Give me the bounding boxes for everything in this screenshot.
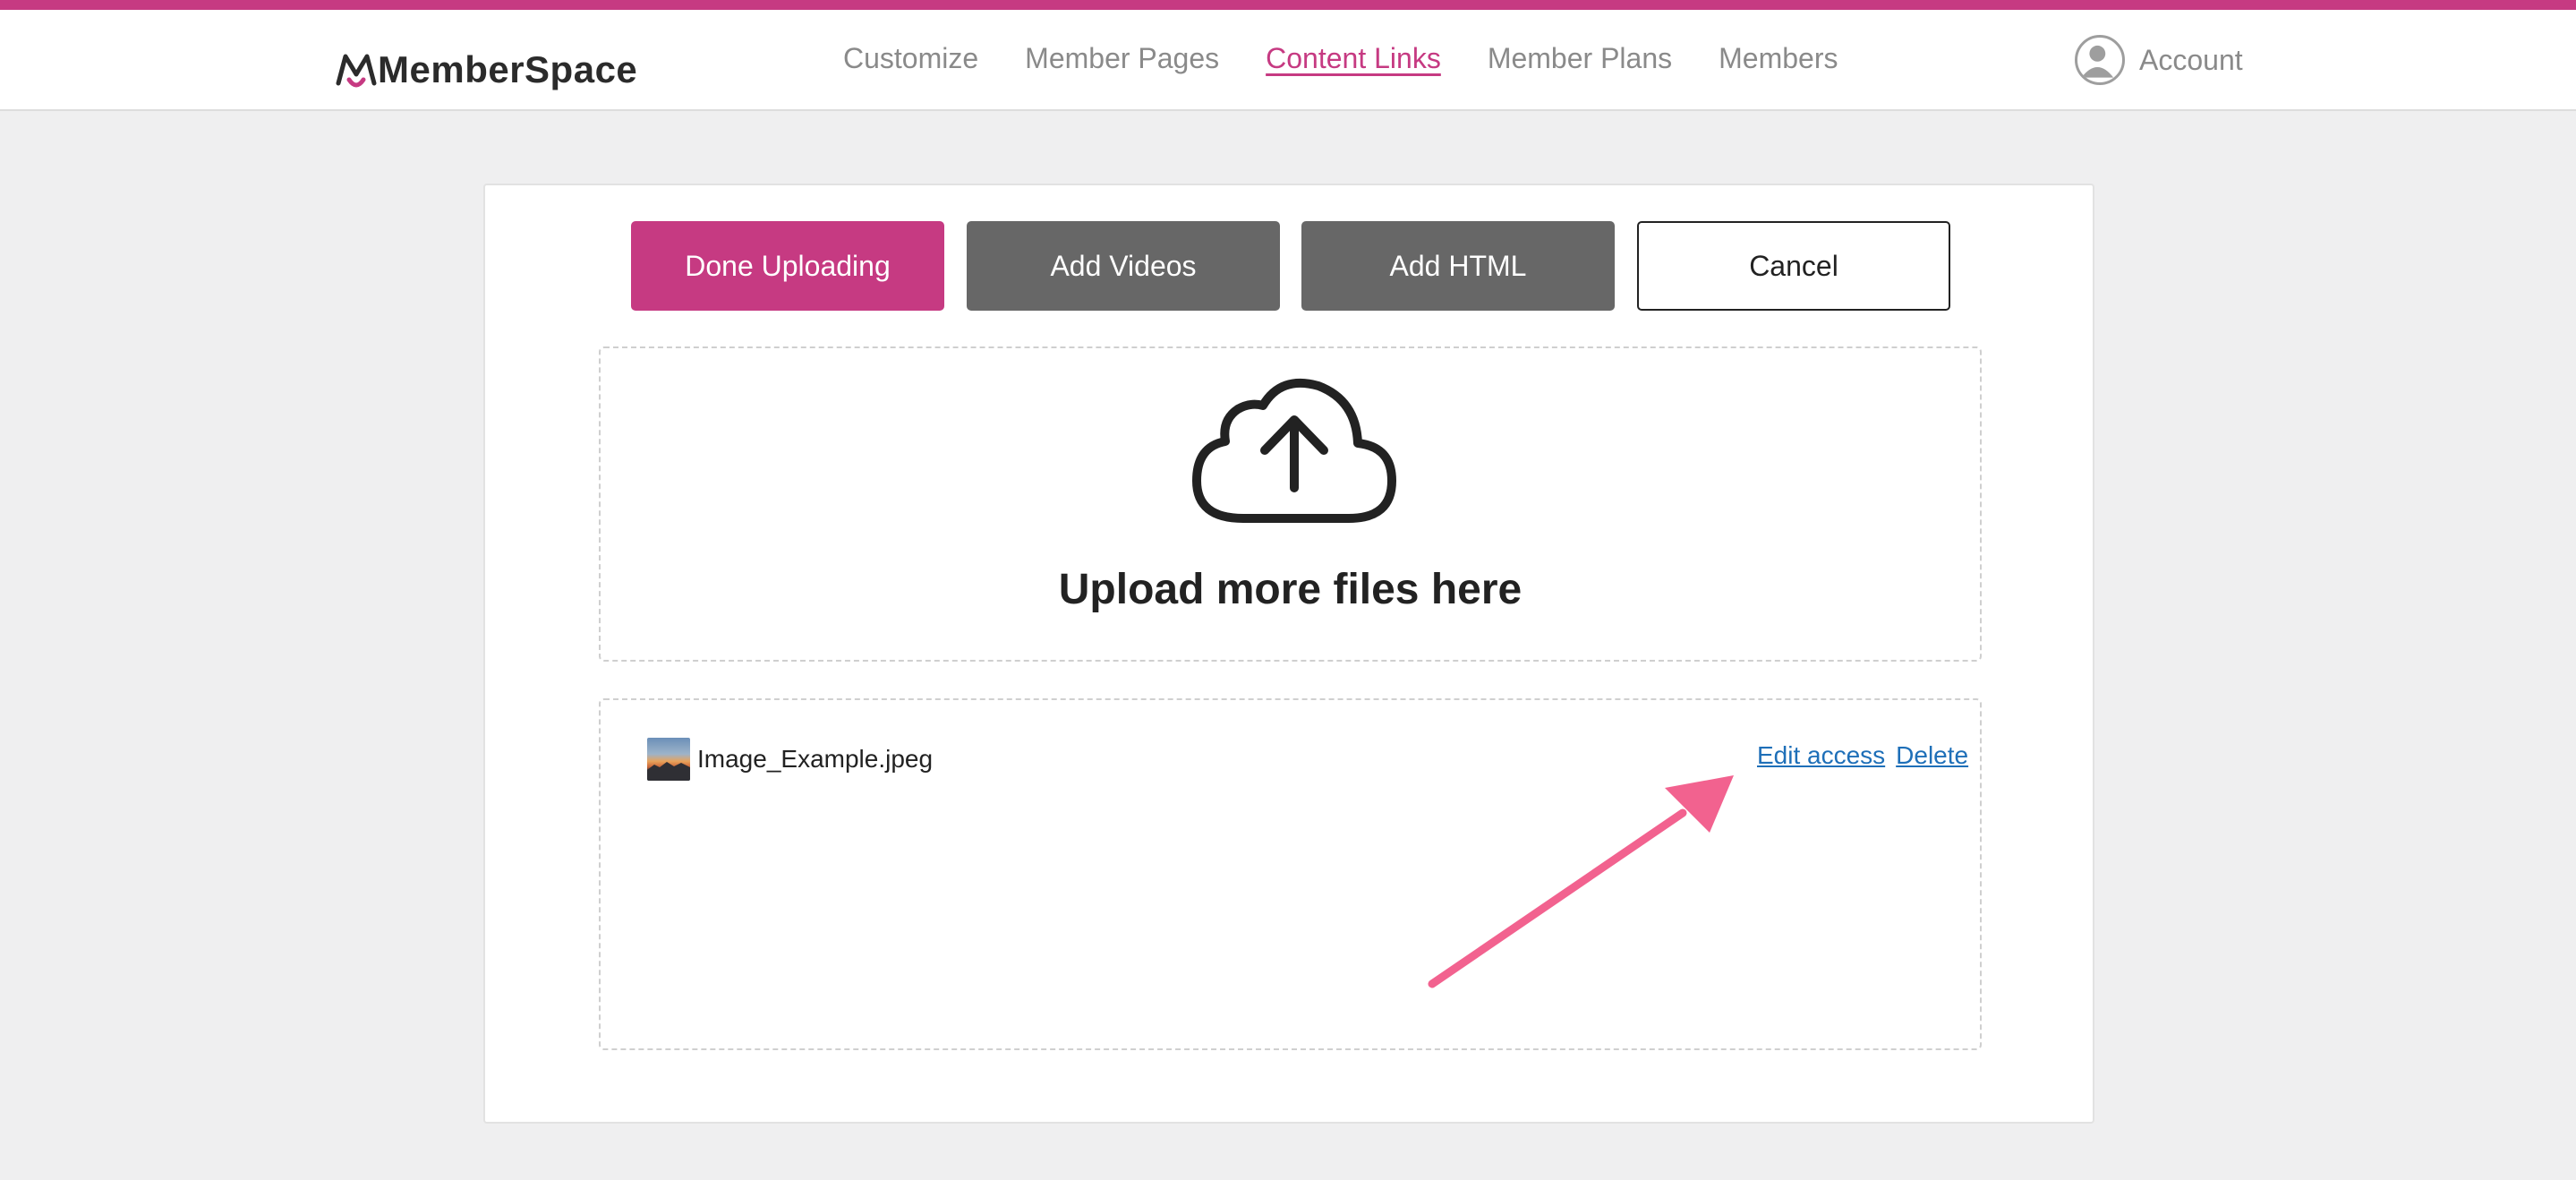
cancel-button[interactable]: Cancel: [1637, 221, 1950, 311]
top-accent-stripe: [0, 0, 2576, 10]
file-actions: Edit access Delete: [1757, 741, 1968, 770]
nav-content-links[interactable]: Content Links: [1266, 42, 1441, 75]
user-avatar-icon: [2075, 35, 2125, 85]
add-videos-button[interactable]: Add Videos: [967, 221, 1280, 311]
file-name: Image_Example.jpeg: [697, 745, 934, 773]
done-uploading-button[interactable]: Done Uploading: [631, 221, 944, 311]
nav-members[interactable]: Members: [1719, 42, 1838, 75]
upload-prompt: Upload more files here: [1058, 566, 1523, 613]
cloud-upload-icon: [1192, 378, 1396, 523]
main-nav: Customize Member Pages Content Links Mem…: [843, 42, 1838, 75]
uploaded-file-list: Image_Example.jpeg Edit access Delete: [599, 698, 1982, 1050]
top-navbar: MemberSpace Customize Member Pages Conte…: [0, 10, 2576, 111]
file-thumbnail: [647, 738, 690, 781]
logo-m-icon: [336, 54, 377, 88]
delete-link[interactable]: Delete: [1896, 741, 1968, 770]
nav-customize[interactable]: Customize: [843, 42, 978, 75]
list-item: Image_Example.jpeg: [647, 738, 933, 781]
file-dropzone[interactable]: Upload more files here: [599, 346, 1982, 662]
add-html-button[interactable]: Add HTML: [1301, 221, 1615, 311]
edit-access-link[interactable]: Edit access: [1757, 741, 1885, 770]
account-label: Account: [2139, 43, 2243, 76]
nav-member-pages[interactable]: Member Pages: [1025, 42, 1219, 75]
logo[interactable]: MemberSpace: [335, 42, 637, 92]
logo-text: MemberSpace: [378, 48, 638, 90]
nav-member-plans[interactable]: Member Plans: [1488, 42, 1672, 75]
account-menu[interactable]: Account: [2075, 35, 2243, 85]
upload-card: Done Uploading Add Videos Add HTML Cance…: [483, 184, 2094, 1124]
